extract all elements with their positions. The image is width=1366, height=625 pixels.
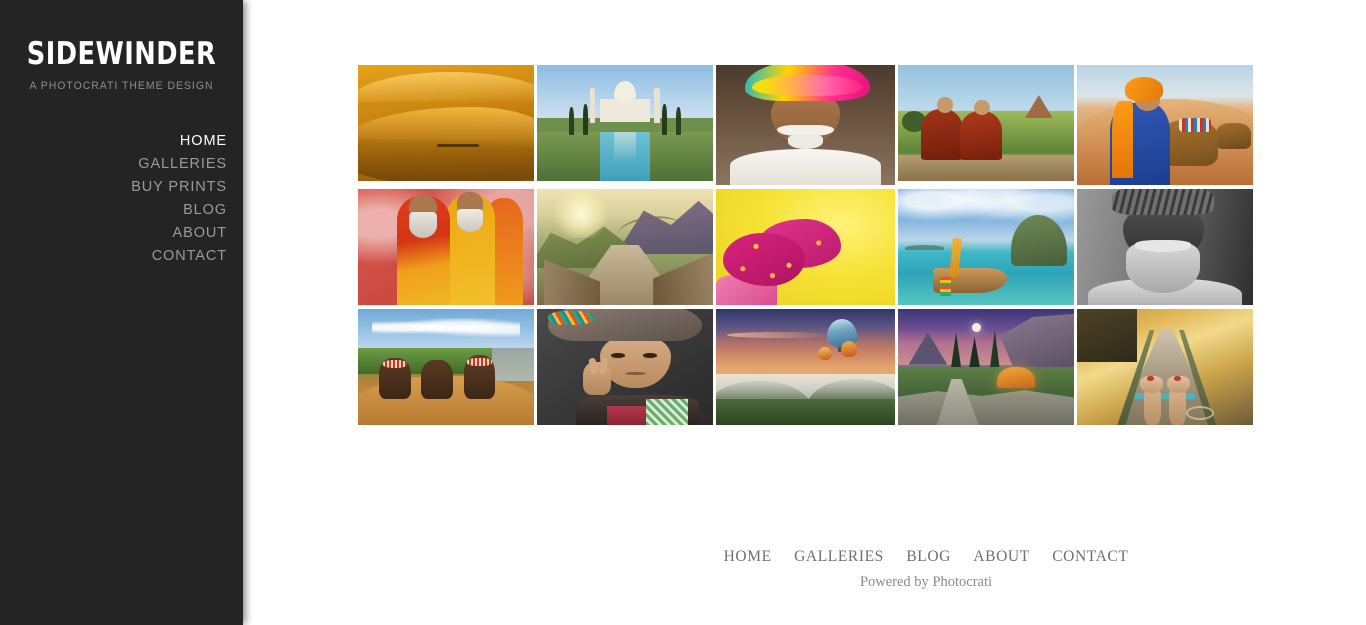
nav-item-blog[interactable]: BLOG (0, 199, 227, 222)
footer-credit: Powered by Photocrati (486, 574, 1366, 591)
nav-item-home[interactable]: HOME (0, 130, 227, 153)
site-footer: HOME GALLERIES BLOG ABOUT CONTACT Powere… (486, 548, 1366, 591)
gallery-row (358, 189, 1253, 305)
photo-thailand-longtail (898, 189, 1074, 305)
photo-hot-air-balloons (716, 309, 895, 425)
primary-navigation: HOME GALLERIES BUY PRINTS BLOG ABOUT CON… (0, 130, 243, 268)
photo-girl-peace-sign (537, 309, 713, 425)
gallery-thumb-girl-headdress[interactable] (537, 309, 713, 425)
nav-item-galleries[interactable]: GALLERIES (0, 153, 227, 176)
sidebar: SIDEWINDER A PHOTOCRATI THEME DESIGN HOM… (0, 0, 243, 625)
site-branding: SIDEWINDER A PHOTOCRATI THEME DESIGN (0, 0, 243, 92)
gallery-thumb-camel-boy[interactable] (1077, 65, 1253, 185)
photo-feet-in-boat (1077, 309, 1253, 425)
photo-great-wall (537, 189, 713, 305)
gallery-row (358, 309, 1253, 425)
footer-link-home[interactable]: HOME (724, 548, 772, 566)
photo-monks-bagan (898, 65, 1074, 181)
gallery-thumb-thai-boat[interactable] (898, 189, 1074, 305)
main-content: HOME GALLERIES BLOG ABOUT CONTACT Powere… (243, 0, 1366, 625)
gallery-thumb-camping-tent[interactable] (898, 309, 1074, 425)
footer-credit-prefix: Powered by (859, 574, 929, 590)
photo-turban-portrait (716, 65, 895, 185)
photo-taj-mahal (537, 65, 713, 181)
gallery-thumb-turban-man[interactable] (716, 65, 895, 185)
gallery-row (358, 65, 1253, 185)
photo-bw-portrait (1077, 189, 1253, 305)
footer-link-contact[interactable]: CONTACT (1052, 548, 1128, 566)
gallery-thumb-holi-hands[interactable] (716, 189, 895, 305)
photo-alpine-camping (898, 309, 1074, 425)
image-gallery-grid (358, 65, 1253, 429)
footer-link-about[interactable]: ABOUT (973, 548, 1029, 566)
nav-item-about[interactable]: ABOUT (0, 222, 227, 245)
gallery-thumb-monks[interactable] (898, 65, 1074, 181)
gallery-thumb-bw-elder[interactable] (1077, 189, 1253, 305)
photo-tribal-children (358, 309, 534, 425)
site-title: SIDEWINDER (26, 36, 217, 72)
nav-item-contact[interactable]: CONTACT (0, 245, 227, 268)
photo-sadhus (358, 189, 534, 305)
page-root: SIDEWINDER A PHOTOCRATI THEME DESIGN HOM… (0, 0, 1366, 625)
gallery-thumb-boat-feet[interactable] (1077, 309, 1253, 425)
gallery-thumb-hot-air-balloons[interactable] (716, 309, 895, 425)
footer-navigation: HOME GALLERIES BLOG ABOUT CONTACT (486, 548, 1366, 566)
photo-holi-powder (716, 189, 895, 305)
gallery-thumb-taj-mahal[interactable] (537, 65, 713, 181)
gallery-thumb-tribal-children[interactable] (358, 309, 534, 425)
gallery-thumb-great-wall[interactable] (537, 189, 713, 305)
gallery-thumb-dunes[interactable] (358, 65, 534, 181)
photo-desert-dunes (358, 65, 534, 181)
footer-credit-brand-link[interactable]: Photocrati (932, 574, 992, 590)
photo-camel-desert (1077, 65, 1253, 185)
gallery-thumb-sadhus[interactable] (358, 189, 534, 305)
footer-link-galleries[interactable]: GALLERIES (794, 548, 884, 566)
footer-link-blog[interactable]: BLOG (906, 548, 951, 566)
nav-item-buy-prints[interactable]: BUY PRINTS (0, 176, 227, 199)
site-tagline: A PHOTOCRATI THEME DESIGN (29, 79, 214, 92)
